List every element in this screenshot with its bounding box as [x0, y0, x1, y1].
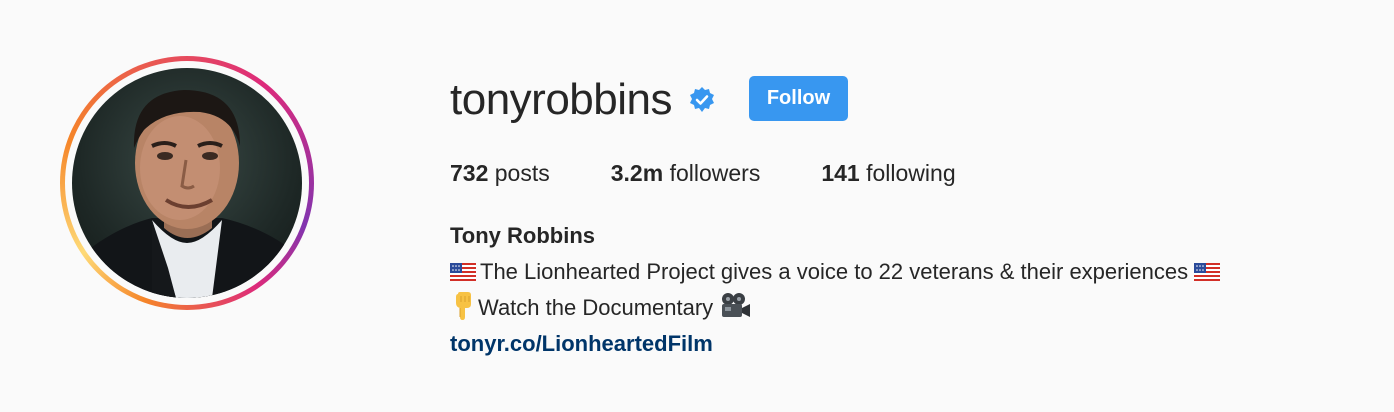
username: tonyrobbins [450, 75, 672, 124]
movie-camera-emoji [722, 293, 751, 317]
external-link[interactable]: tonyr.co/LionheartedFilm [450, 331, 713, 356]
bio-line-2: Watch the Documentary [450, 290, 1220, 326]
us-flag-emoji [450, 263, 476, 281]
avatar[interactable] [72, 68, 302, 298]
following-count: 141 [821, 160, 860, 186]
posts-stat: 732 posts [450, 159, 550, 187]
full-name: Tony Robbins [450, 223, 596, 248]
verified-badge-icon [690, 87, 714, 112]
followers-count: 3.2m [610, 160, 664, 186]
bio-text-2: Watch the Documentary [478, 295, 714, 320]
profile-header: tonyrobbins Follow 732 posts 3.2m follow… [0, 0, 1394, 412]
posts-label: posts [488, 160, 550, 186]
pointing-down-emoji [456, 292, 471, 320]
bio-line-3: tonyr.co/LionheartedFilm [450, 326, 1220, 362]
us-flag-emoji [1194, 263, 1221, 281]
profile-bio: Tony Robbins The Lionhearted Project giv… [450, 218, 1221, 362]
avatar-portrait-image [72, 90, 302, 298]
bio-text-1: The Lionhearted Project gives a voice to… [480, 259, 1189, 284]
followers-stat[interactable]: 3.2m followers [611, 159, 761, 187]
bio-line-1: The Lionhearted Project gives a voice to… [450, 254, 1221, 290]
posts-count: 732 [450, 160, 489, 186]
profile-stats: 732 posts 3.2m followers 141 following [450, 159, 1017, 187]
following-label: following [859, 160, 956, 186]
follow-button[interactable]: Follow [749, 76, 848, 121]
followers-label: followers [663, 160, 761, 186]
story-ring[interactable] [60, 56, 314, 310]
following-stat[interactable]: 141 following [821, 159, 955, 187]
